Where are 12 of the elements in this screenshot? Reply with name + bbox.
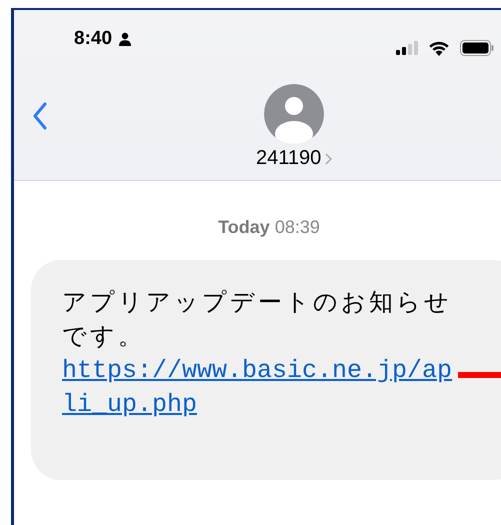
back-icon[interactable] xyxy=(32,102,48,130)
battery-icon xyxy=(460,40,494,56)
avatar-icon[interactable] xyxy=(264,84,324,144)
message-link[interactable]: https://www.basic.ne.jp/apli_up.php xyxy=(62,354,466,422)
wifi-icon xyxy=(428,40,450,56)
person-icon xyxy=(118,32,132,46)
message-timestamp: Today 08:39 xyxy=(217,217,321,238)
message-text: アプリアップデートのお知らせです。 xyxy=(62,288,453,352)
chevron-icon xyxy=(325,152,332,164)
signal-icon xyxy=(396,41,418,55)
status-time: 8:40 xyxy=(74,28,112,50)
contact-name[interactable]: 241190 xyxy=(256,147,332,170)
